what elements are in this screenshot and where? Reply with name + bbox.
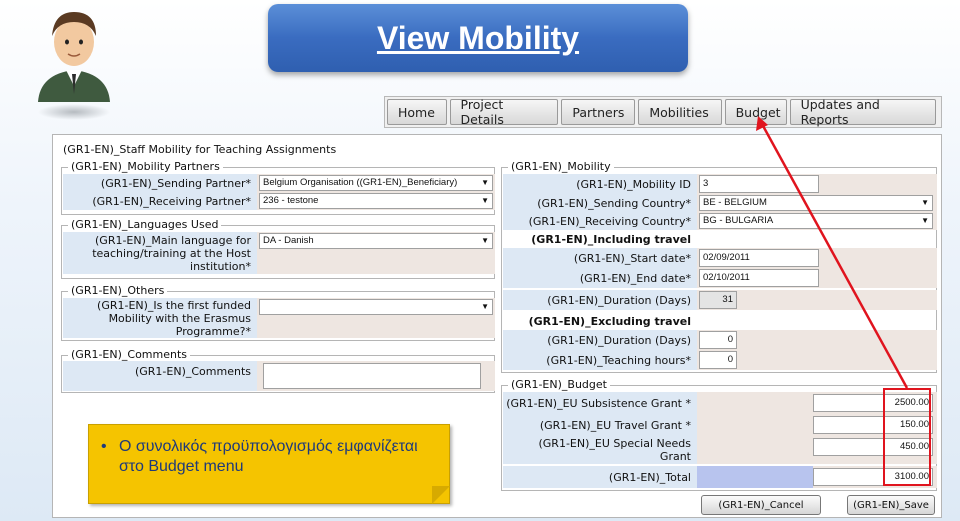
budget-note: • Ο συνολικός προϋπολογισμός εμφανίζεται… [88,424,450,504]
note-bullet: • [101,438,107,455]
note-fold-shadow [432,486,450,504]
note-text: Ο συνολικός προϋπολογισμός εμφανίζεται σ… [119,438,418,475]
